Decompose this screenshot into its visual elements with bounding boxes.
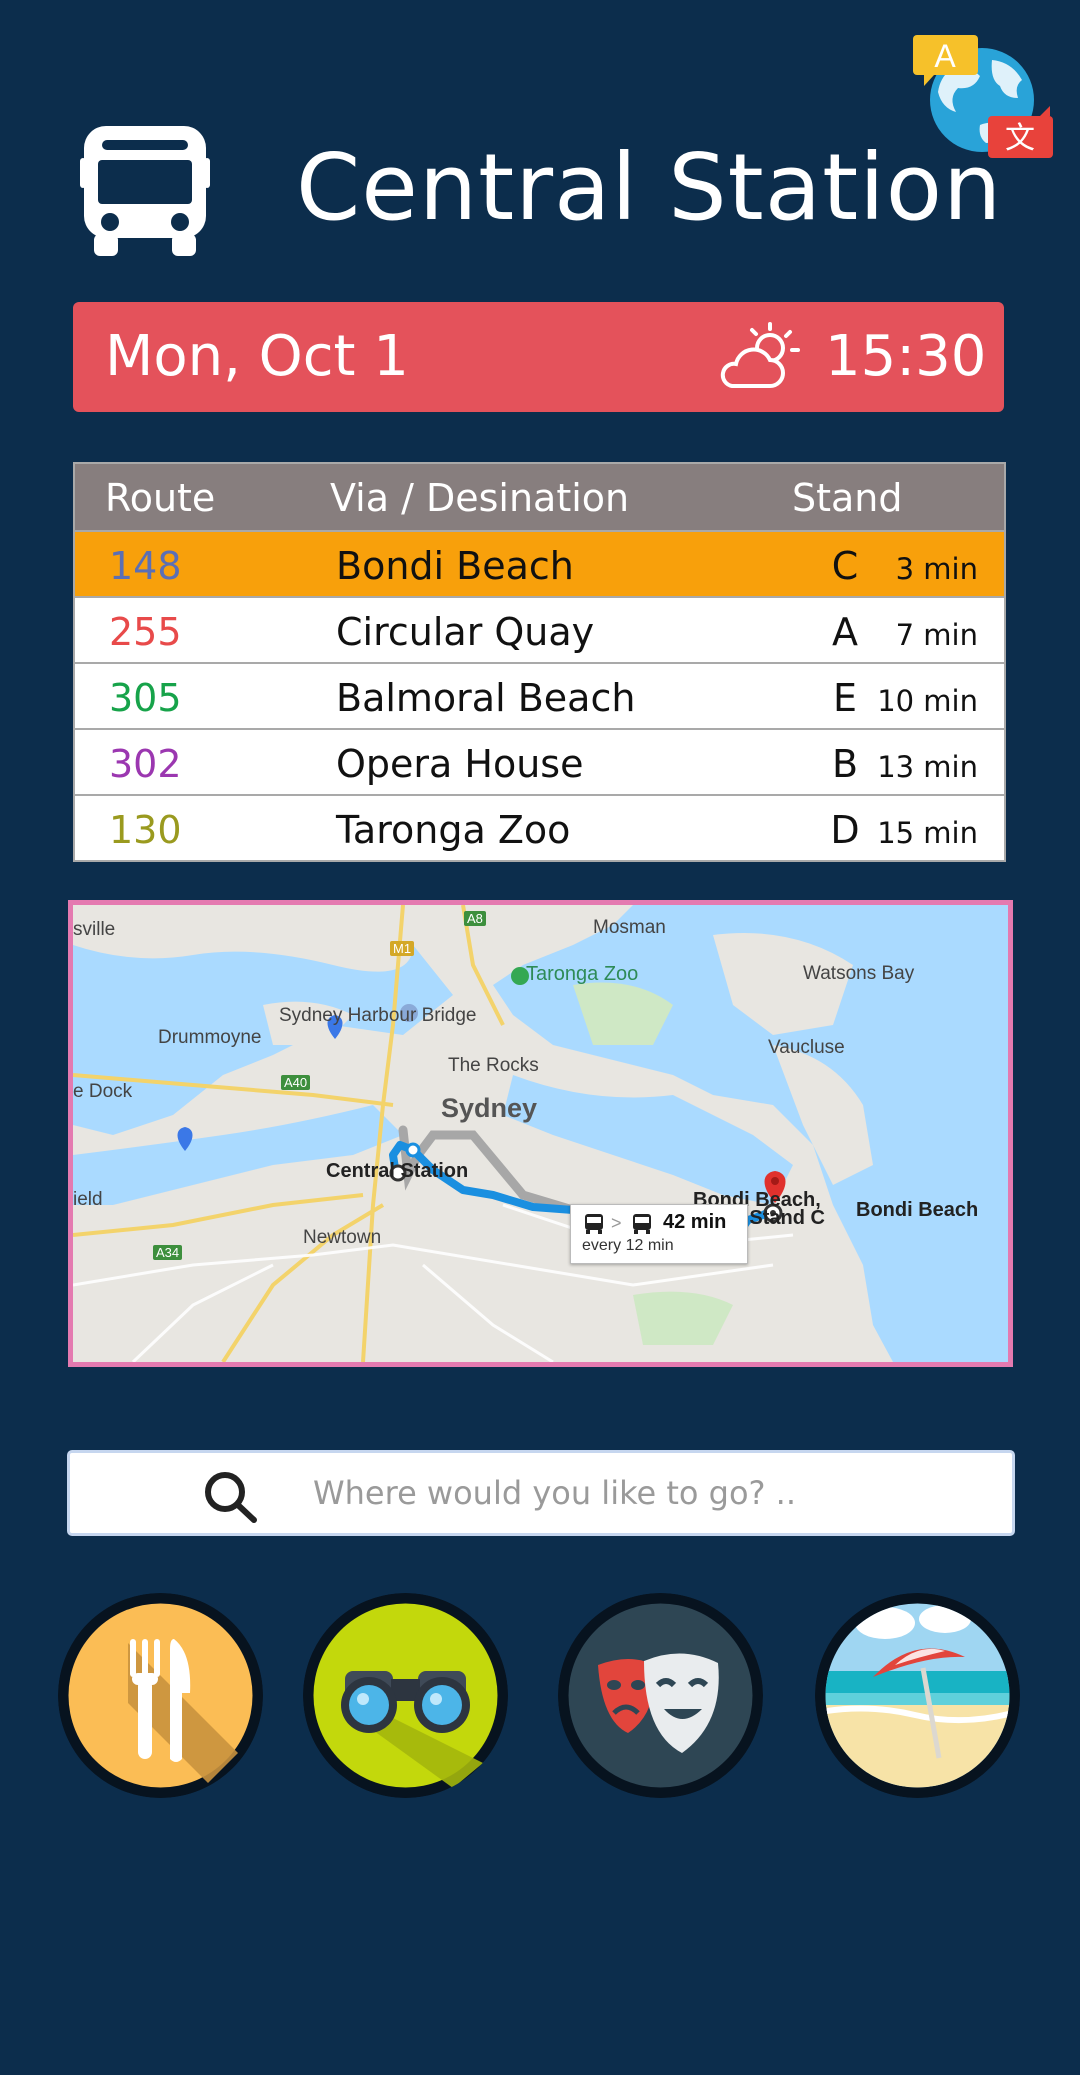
- chevron-right-icon: >: [611, 1213, 622, 1233]
- stand: C: [831, 544, 859, 588]
- map-label: Sydney Harbour Bridge: [279, 1005, 477, 1026]
- partly-cloudy-icon: [718, 320, 803, 392]
- map-label: ield: [73, 1189, 103, 1210]
- time-text: 15:30: [825, 324, 987, 389]
- table-header: Route Via / Desination Stand: [75, 464, 1004, 532]
- stand: B: [831, 742, 859, 786]
- eta: 15 min: [877, 816, 978, 850]
- map-label: Watsons Bay: [803, 963, 915, 984]
- bus-icon: [633, 1214, 651, 1234]
- beach-umbrella-icon: [815, 1593, 1020, 1798]
- destination: Taronga Zoo: [336, 808, 571, 852]
- fork-knife-icon: [58, 1593, 263, 1798]
- table-row[interactable]: 302 Opera House B 13 min: [75, 728, 1004, 794]
- stand: E: [832, 676, 857, 720]
- translate-badge-a: A: [934, 38, 956, 74]
- route-number: 255: [109, 610, 182, 654]
- destination: Circular Quay: [336, 610, 595, 654]
- route-map[interactable]: sville Mosman A8 M1 Taronga Zoo Watsons …: [68, 900, 1013, 1367]
- search-box[interactable]: [67, 1450, 1015, 1536]
- header-destination: Via / Desination: [330, 476, 630, 520]
- date-text: Mon, Oct 1: [105, 324, 409, 389]
- map-label: Sydney: [441, 1093, 538, 1123]
- map-label: A8: [464, 911, 486, 926]
- theatre-masks-icon: [558, 1593, 763, 1798]
- translate-icon[interactable]: A 文: [910, 30, 1055, 165]
- bus-icon: [80, 118, 210, 258]
- departures-table: Route Via / Desination Stand 148 Bondi B…: [73, 462, 1006, 862]
- date-bar: Mon, Oct 1 15:30: [73, 302, 1004, 412]
- map-label: A34: [153, 1245, 183, 1260]
- route-number: 148: [109, 544, 182, 588]
- binoculars-icon: [303, 1593, 508, 1798]
- eta: 10 min: [877, 684, 978, 718]
- map-label: sville: [73, 919, 116, 940]
- route-number: 302: [109, 742, 182, 786]
- table-row[interactable]: 305 Balmoral Beach E 10 min: [75, 662, 1004, 728]
- bus-icon: [585, 1214, 603, 1234]
- route-number: 305: [109, 676, 182, 720]
- header-route: Route: [105, 476, 216, 520]
- route-number: 130: [109, 808, 182, 852]
- translate-badge-zh: 文: [1005, 121, 1035, 156]
- destination: Opera House: [336, 742, 584, 786]
- map-label: M1: [390, 941, 415, 956]
- route-summary-card[interactable]: > 42 min every 12 min: [570, 1204, 748, 1264]
- map-label: Mosman: [593, 917, 666, 938]
- table-row[interactable]: 130 Taronga Zoo D 15 min: [75, 794, 1004, 860]
- map-label: Bondi Beach: [856, 1199, 979, 1221]
- stand: D: [830, 808, 860, 852]
- destination: Bondi Beach: [336, 544, 574, 588]
- stand: A: [832, 610, 858, 654]
- route-frequency: every 12 min: [582, 1237, 674, 1254]
- eta: 7 min: [895, 618, 978, 652]
- category-food-button[interactable]: [58, 1593, 263, 1798]
- map-label: Vaucluse: [768, 1037, 845, 1058]
- destination: Balmoral Beach: [336, 676, 636, 720]
- map-label: Newtown: [303, 1227, 382, 1248]
- map-label: A40: [281, 1075, 311, 1090]
- map-label: Taronga Zoo: [526, 963, 639, 985]
- map-label: Drummoyne: [158, 1027, 262, 1048]
- map-label: e Dock: [73, 1081, 133, 1102]
- category-sightseeing-button[interactable]: [303, 1593, 508, 1798]
- category-beach-button[interactable]: [815, 1593, 1020, 1798]
- map-label: Central Station: [326, 1160, 469, 1182]
- search-icon[interactable]: [202, 1469, 260, 1525]
- page-title: Central Station: [296, 134, 1003, 241]
- table-row[interactable]: 255 Circular Quay A 7 min: [75, 596, 1004, 662]
- search-input[interactable]: [313, 1467, 953, 1519]
- eta: 3 min: [895, 552, 978, 586]
- route-duration: 42 min: [663, 1211, 727, 1233]
- map-label: The Rocks: [448, 1055, 539, 1076]
- eta: 13 min: [877, 750, 978, 784]
- table-row[interactable]: 148 Bondi Beach C 3 min: [75, 530, 1004, 596]
- header-stand: Stand: [792, 476, 903, 520]
- category-theatre-button[interactable]: [558, 1593, 763, 1798]
